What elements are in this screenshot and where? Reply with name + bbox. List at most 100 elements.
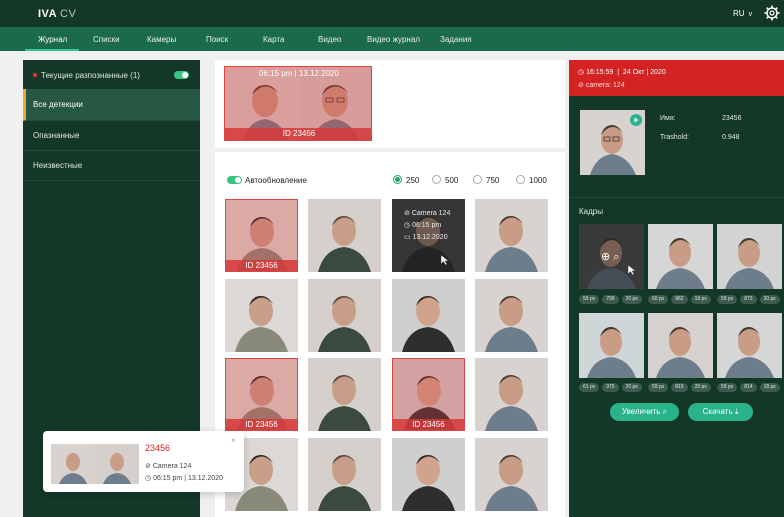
popup-face-pair (51, 444, 139, 484)
name-value: 23456 (722, 115, 742, 122)
radio-1000[interactable] (516, 175, 525, 185)
metric-pill: 59 px (648, 383, 669, 392)
detection-tile[interactable]: ⊘ Camera 124 ◷ 06:15 pm ▭ 13.12.2020 (392, 199, 465, 272)
current-recognized-toggle[interactable] (174, 71, 189, 79)
metric-pill: 20 px (621, 383, 642, 392)
name-label: Имя: (660, 115, 676, 122)
sidebar-item-all-detections[interactable]: Все детекции (23, 89, 200, 121)
tab-lists[interactable]: Списки (93, 35, 120, 44)
calendar-icon: ▭ (404, 234, 413, 241)
metric-pill: 815 (671, 383, 688, 392)
search-icon: ⌕ (662, 407, 668, 416)
download-button[interactable]: Скачать ⤓ (688, 403, 753, 421)
metric-pill: 962 (671, 295, 688, 304)
metric-pill: 20 px (690, 383, 711, 392)
detection-tile[interactable] (308, 279, 381, 352)
radio-500[interactable] (432, 175, 441, 185)
play-icon[interactable] (630, 114, 642, 126)
chevron-down-icon: v (748, 11, 753, 18)
sidebar-item-identified[interactable]: Опазнанные (23, 120, 200, 151)
frame-thumbnail[interactable] (648, 313, 713, 378)
detection-tile[interactable] (308, 358, 381, 431)
detection-tile[interactable] (225, 279, 298, 352)
frame-thumbnail[interactable] (579, 313, 644, 378)
cursor-icon (627, 264, 637, 276)
featured-id-badge: ID 23456 (225, 128, 371, 140)
cursor-icon (440, 254, 450, 266)
tab-video[interactable]: Видео (318, 35, 341, 44)
tab-journal[interactable]: Журнал (38, 35, 67, 44)
detection-tile[interactable] (392, 438, 465, 511)
detection-tile[interactable] (308, 199, 381, 272)
top-bar: IVA CV RU v (0, 0, 784, 27)
detail-date: 24 Окт | 2020 (622, 69, 666, 76)
tab-cameras[interactable]: Камеры (147, 35, 176, 44)
tile-id-badge: ID 23456 (226, 419, 297, 430)
sidebar-item-unknown[interactable]: Неизвестные (23, 150, 200, 181)
sidebar-item-current-recognized[interactable]: Текущие разпознанные (1) (23, 60, 200, 91)
detail-header: ◷ 16:15:59 | 24 Окт | 2020 ⊘ camera: 124 (569, 60, 784, 96)
face-thumbnail (475, 279, 548, 352)
threshold-value: 0.948 (722, 134, 740, 141)
frame-thumbnail[interactable] (717, 224, 782, 289)
face-thumbnail (475, 358, 548, 431)
detection-tile[interactable] (475, 199, 548, 272)
tab-tasks[interactable]: Задания (440, 35, 472, 44)
popup-id: 23456 (145, 443, 171, 453)
gear-icon[interactable] (764, 5, 780, 21)
detection-tile[interactable]: ID 23456 (225, 358, 298, 431)
featured-timestamp: 06:15 pm | 13.12.2020 (259, 69, 339, 78)
tab-search[interactable]: Поиск (206, 35, 228, 44)
camera-icon: ⊘ (145, 463, 153, 470)
radio-option-750[interactable]: 750 (473, 175, 499, 185)
detection-tile[interactable]: ID 23456 (392, 358, 465, 431)
tab-map[interactable]: Карта (263, 35, 284, 44)
frame-face-image (579, 313, 644, 378)
tile-info-line: ▭ 13.12.2020 (404, 234, 448, 241)
radio-option-250[interactable]: 250 (393, 175, 419, 185)
detection-tile[interactable] (475, 358, 548, 431)
active-tab-underline (25, 49, 79, 51)
metric-pill: 59 px (579, 295, 600, 304)
tile-info-line: ⊘ Camera 124 (404, 210, 451, 217)
radio-option-1000[interactable]: 1000 (516, 175, 547, 185)
frame-thumbnail[interactable] (648, 224, 713, 289)
close-icon[interactable]: × (231, 436, 236, 445)
frame-metrics: 60 px 962 19 px (648, 295, 711, 304)
frame-thumbnail[interactable]: ⊕ ⌕ (579, 224, 644, 289)
download-icon: ⤓ (734, 407, 739, 416)
autoupdate-toggle[interactable] (227, 176, 242, 184)
detection-tile[interactable] (475, 438, 548, 511)
radio-250[interactable] (393, 175, 402, 185)
zoom-button[interactable]: Увеличить ⌕ (610, 403, 679, 421)
detection-tile[interactable] (475, 279, 548, 352)
featured-detection[interactable]: 06:15 pm | 13.12.2020 ID 23456 (224, 66, 372, 141)
detection-tile[interactable]: ID 23456 (225, 199, 298, 272)
metric-pill: 814 (740, 383, 757, 392)
tab-video-journal[interactable]: Видео журнал (367, 35, 420, 44)
popup-timestamp: 06:15 pm | 13.12.2020 (153, 475, 223, 482)
clock-icon: ◷ (404, 222, 413, 229)
zoom-in-icon[interactable]: ⊕ ⌕ (601, 250, 619, 264)
face-thumbnail (308, 358, 381, 431)
autoupdate-label: Автообновление (245, 176, 307, 185)
frame-thumbnail[interactable] (717, 313, 782, 378)
detail-time: 16:15:59 (586, 69, 614, 76)
language-selector[interactable]: RU v (733, 9, 752, 18)
detection-popup[interactable]: 23456 ⊘ Camera 124 ◷ 06:15 pm | 13.12.20… (43, 431, 244, 492)
face-thumbnail (225, 279, 298, 352)
detection-tile[interactable] (308, 438, 381, 511)
clock-icon: ◷ (578, 69, 587, 76)
divider (569, 197, 784, 198)
metric-pill: 799 (602, 295, 619, 304)
radio-option-500[interactable]: 500 (432, 175, 458, 185)
metric-pill: 59 px (717, 383, 738, 392)
frames-label: Кадры (579, 207, 603, 216)
app-logo[interactable]: IVA CV (38, 8, 76, 20)
face-thumbnail (392, 438, 465, 511)
face-thumbnail (308, 438, 381, 511)
metric-pill: 20 px (759, 295, 780, 304)
radio-750[interactable] (473, 175, 482, 185)
metric-pill: 59 px (717, 295, 738, 304)
detection-tile[interactable] (392, 279, 465, 352)
